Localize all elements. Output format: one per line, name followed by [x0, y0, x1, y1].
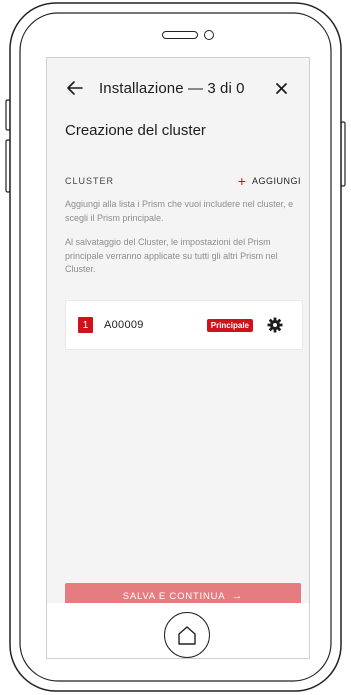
app-header: Installazione — 3 di 0: [65, 76, 291, 100]
prism-name: A00009: [104, 319, 144, 331]
front-camera: [204, 30, 214, 40]
arrow-right-icon: →: [231, 590, 244, 602]
cluster-header-row: Cluster + AGGIUNGI: [65, 174, 301, 188]
cluster-save-note: Al salvataggio del Cluster, le impostazi…: [65, 237, 278, 274]
phone-mockup: Installazione — 3 di 0 Creazione del clu…: [0, 0, 351, 695]
add-prism-button[interactable]: + AGGIUNGI: [238, 174, 301, 188]
speaker-grille: [162, 31, 198, 39]
arrow-left-icon[interactable]: [65, 78, 85, 98]
cluster-section-label: Cluster: [65, 176, 115, 186]
app-screen: Installazione — 3 di 0 Creazione del clu…: [47, 58, 309, 603]
prism-list-item[interactable]: 1 A00009 Principale: [65, 300, 303, 350]
add-prism-label: AGGIUNGI: [251, 176, 301, 186]
home-button[interactable]: [164, 612, 210, 658]
cluster-description: Aggiungi alla lista i Prism che vuoi inc…: [65, 199, 294, 223]
prism-index-badge: 1: [78, 317, 93, 333]
plus-icon: +: [237, 173, 246, 189]
principal-badge: Principale: [206, 318, 253, 332]
gear-icon[interactable]: [267, 317, 283, 333]
page-title: Creazione del cluster: [65, 122, 206, 139]
header-title: Installazione — 3 di 0: [99, 79, 245, 97]
save-button-label: SALVA E CONTINUA: [122, 590, 226, 602]
save-continue-button[interactable]: SALVA E CONTINUA →: [65, 583, 301, 603]
home-icon: [178, 626, 196, 645]
close-icon[interactable]: [271, 78, 291, 98]
